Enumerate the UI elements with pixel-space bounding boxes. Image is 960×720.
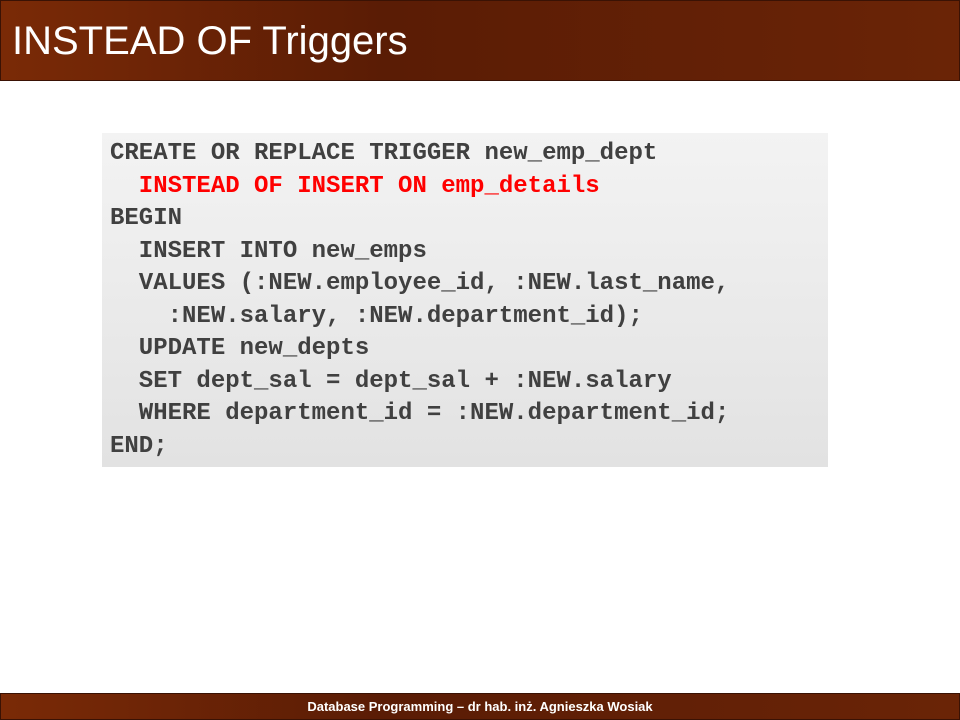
title-bar: INSTEAD OF Triggers — [0, 0, 960, 81]
code-line: SET dept_sal = dept_sal + :NEW.salary — [110, 367, 672, 395]
slide-title: INSTEAD OF Triggers — [12, 19, 408, 63]
code-lines: CREATE OR REPLACE TRIGGER new_emp_dept I… — [110, 138, 729, 463]
code-line: INSTEAD OF INSERT ON emp_details — [110, 172, 600, 200]
code-line: CREATE OR REPLACE TRIGGER new_emp_dept — [110, 140, 658, 167]
code-line: WHERE department_id = :NEW.department_id… — [110, 400, 730, 427]
code-line: INSERT INTO new_emps — [110, 237, 427, 265]
code-block: CREATE OR REPLACE TRIGGER new_emp_dept I… — [102, 133, 828, 467]
footer-text: Database Programming – dr hab. inż. Agni… — [307, 699, 653, 714]
code-line: UPDATE new_depts — [110, 335, 370, 362]
code-line: VALUES (:NEW.employee_id, :NEW.last_name… — [110, 270, 730, 297]
code-line: :NEW.salary, :NEW.department_id); — [110, 302, 643, 330]
footer-bar: Database Programming – dr hab. inż. Agni… — [0, 693, 960, 720]
code-line: BEGIN — [110, 205, 183, 232]
code-line: END; — [110, 432, 168, 460]
